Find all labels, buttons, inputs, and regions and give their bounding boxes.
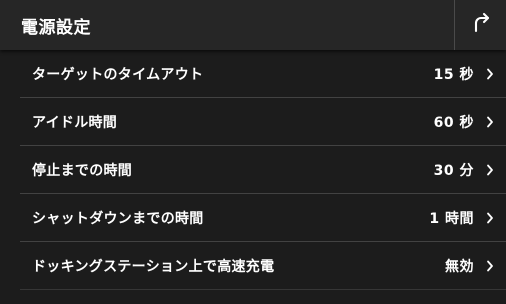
setting-label: ドッキングステーション上で高速充電 — [32, 258, 275, 275]
setting-label: アイドル時間 — [32, 114, 118, 131]
header-bar: 電源設定 — [0, 0, 506, 50]
setting-value: 30 分 — [433, 162, 474, 179]
setting-value: 15 秒 — [433, 66, 474, 83]
page-title: 電源設定 — [21, 17, 91, 38]
setting-row-shutdown-time[interactable]: シャットダウンまでの時間 1 時間 — [20, 194, 506, 242]
setting-label: ターゲットのタイムアウト — [32, 66, 204, 83]
back-button[interactable] — [454, 0, 506, 50]
return-arrow-icon — [469, 11, 493, 39]
setting-label: 停止までの時間 — [32, 162, 133, 179]
chevron-right-icon — [484, 116, 496, 128]
setting-value: 1 時間 — [429, 210, 474, 227]
settings-list: ターゲットのタイムアウト 15 秒 アイドル時間 60 秒 停止までの時間 30… — [20, 50, 506, 290]
setting-row-target-timeout[interactable]: ターゲットのタイムアウト 15 秒 — [20, 50, 506, 98]
setting-row-idle-time[interactable]: アイドル時間 60 秒 — [20, 98, 506, 146]
setting-row-dock-fast-charge[interactable]: ドッキングステーション上で高速充電 無効 — [20, 242, 506, 290]
setting-row-stop-time[interactable]: 停止までの時間 30 分 — [20, 146, 506, 194]
chevron-right-icon — [484, 164, 496, 176]
setting-label: シャットダウンまでの時間 — [32, 210, 204, 227]
setting-value: 60 秒 — [433, 114, 474, 131]
chevron-right-icon — [484, 68, 496, 80]
chevron-right-icon — [484, 212, 496, 224]
chevron-right-icon — [484, 260, 496, 272]
setting-value: 無効 — [445, 258, 474, 275]
